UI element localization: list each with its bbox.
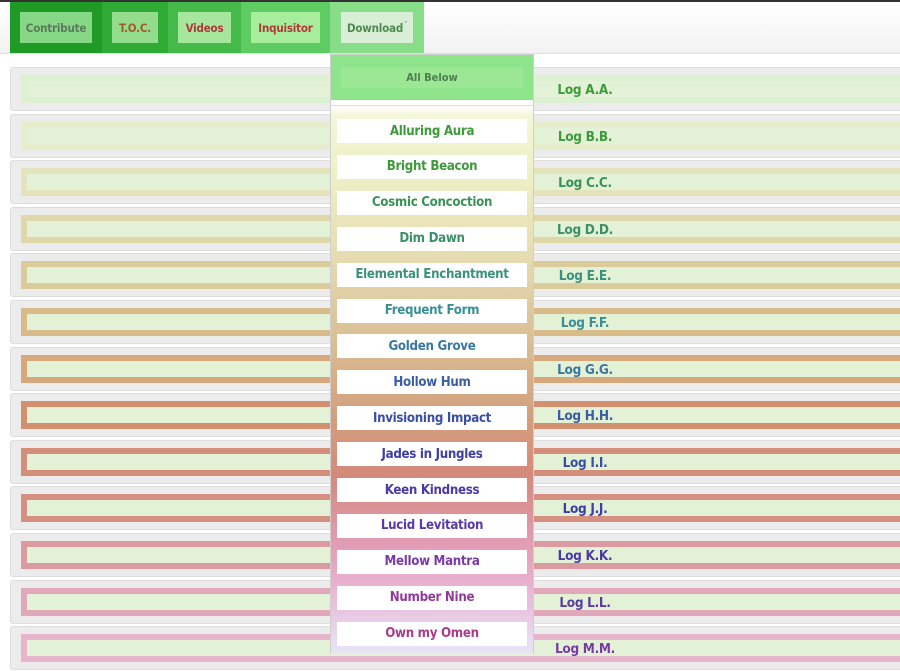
toc-button[interactable]: T.O.C. bbox=[112, 12, 158, 43]
log-row-label[interactable]: Log C.C. bbox=[545, 161, 625, 203]
dropdown-item[interactable]: Invisioning Impact bbox=[337, 406, 527, 431]
dropdown-item[interactable]: Frequent Form bbox=[337, 298, 527, 323]
inquisitor-button[interactable]: Inquisitor bbox=[251, 12, 320, 43]
nav-item-inquisitor[interactable]: Inquisitor bbox=[241, 2, 330, 53]
videos-button[interactable]: Videos bbox=[178, 12, 231, 43]
log-row-label[interactable]: Log J.J. bbox=[545, 487, 625, 529]
dropdown-item[interactable]: Keen Kindness bbox=[337, 478, 527, 502]
log-row-label[interactable]: Log D.D. bbox=[545, 208, 625, 250]
log-row-label[interactable]: Log K.K. bbox=[545, 534, 625, 576]
dropdown-item[interactable]: Alluring Aura bbox=[337, 119, 527, 143]
nav-item-toc[interactable]: T.O.C. bbox=[102, 2, 168, 53]
dropdown-header: All Below bbox=[331, 55, 533, 100]
dropdown-item[interactable]: Mellow Mantra bbox=[337, 549, 527, 574]
dropdown-item[interactable]: Bright Beacon bbox=[337, 154, 527, 179]
dropdown-item[interactable]: Lucid Levitation bbox=[337, 513, 527, 538]
log-row-label[interactable]: Log H.H. bbox=[545, 394, 625, 436]
log-row-label[interactable]: Log A.A. bbox=[545, 68, 625, 110]
download-dropdown-menu: All Below Alluring Aura Bright Beacon Cosm… bbox=[330, 54, 534, 654]
dropdown-item[interactable]: Elemental Enchantment bbox=[337, 262, 527, 287]
dropdown-item[interactable]: Jades in Jungles bbox=[337, 442, 527, 467]
download-button[interactable]: Download ˇ bbox=[341, 12, 413, 43]
dropdown-item[interactable]: Number Nine bbox=[337, 585, 527, 610]
main-nav: Contribute T.O.C. Videos Inquisitor Down… bbox=[10, 2, 424, 53]
dropdown-item[interactable]: Own my Omen bbox=[337, 621, 527, 646]
nav-item-download[interactable]: Download ˇ bbox=[330, 2, 424, 53]
download-label: Download bbox=[346, 20, 404, 35]
caret-down-icon: ˇ bbox=[404, 20, 408, 29]
log-row-label[interactable]: Log E.E. bbox=[545, 254, 625, 296]
contribute-button[interactable]: Contribute bbox=[20, 12, 92, 43]
log-row-label[interactable]: Log F.F. bbox=[545, 301, 625, 343]
dropdown-item[interactable]: Golden Grove bbox=[337, 334, 527, 359]
log-row-label[interactable]: Log G.G. bbox=[545, 348, 625, 390]
log-row-label[interactable]: Log L.L. bbox=[545, 581, 625, 623]
log-row-label[interactable]: Log I.I. bbox=[545, 441, 625, 483]
log-row-label[interactable]: Log B.B. bbox=[545, 115, 625, 157]
dropdown-item[interactable]: Hollow Hum bbox=[337, 370, 527, 395]
dropdown-item[interactable]: Dim Dawn bbox=[337, 226, 527, 251]
dropdown-item[interactable]: Cosmic Concoction bbox=[337, 190, 527, 215]
nav-item-videos[interactable]: Videos bbox=[168, 2, 241, 53]
log-row-label[interactable]: Log M.M. bbox=[545, 627, 625, 669]
nav-item-contribute[interactable]: Contribute bbox=[10, 2, 102, 53]
all-below-button[interactable]: All Below bbox=[341, 67, 523, 88]
dropdown-divider bbox=[331, 105, 533, 106]
